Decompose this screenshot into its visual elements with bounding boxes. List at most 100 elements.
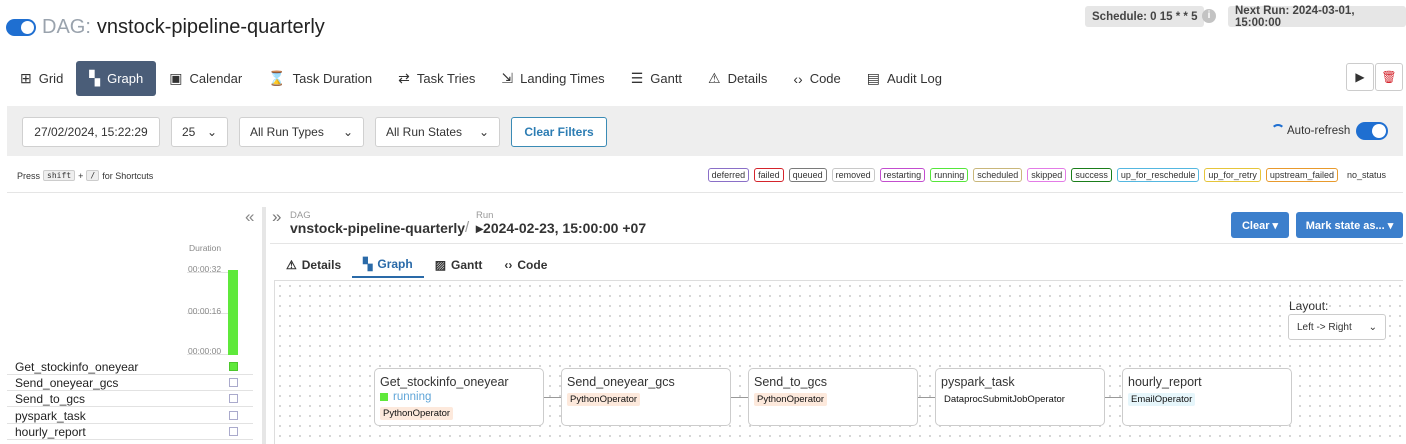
shift-key: shift [43,170,76,181]
duration-label: Duration [189,243,222,253]
nav-landing-times[interactable]: ⇲ Landing Times [488,61,617,96]
pane-resizer[interactable] [262,207,266,444]
schedule-badge: Schedule: 0 15 * * 5 [1085,6,1205,27]
auto-refresh-label: Auto-refresh [1287,125,1351,137]
auto-refresh: Auto-refresh [1271,122,1389,140]
clear-filters-button[interactable]: Clear Filters [511,117,607,147]
nav-code[interactable]: ‹› Code [780,61,853,96]
warning-icon: ⚠ [708,70,721,86]
trigger-dag-button[interactable]: ▶ [1346,63,1374,91]
nav-label: Graph [107,71,144,86]
breadcrumb-dag[interactable]: vnstock-pipeline-quarterly [290,220,465,236]
chevron-down-icon: ⌄ [342,125,353,139]
legend-upstream-failed[interactable]: upstream_failed [1265,168,1338,182]
task-node-operator: DataprocSubmitJobOperator [941,393,1068,406]
detail-tabs: ⚠ Details ▚ Graph ▨ Gantt ‹› Code [275,252,558,278]
task-row[interactable]: pyspark_task [7,408,253,424]
filter-bar: 27/02/2024, 15:22:29 25 ⌄ All Run Types ⌄ … [7,106,1403,156]
delete-dag-button[interactable]: 🗑 [1375,63,1403,91]
graph-edge [1105,397,1122,398]
auto-refresh-toggle[interactable] [1356,122,1389,140]
legend-failed[interactable]: failed [754,168,784,182]
legend-removed[interactable]: removed [831,168,875,182]
nav-label: Task Duration [292,71,373,86]
mark-state-button[interactable]: Mark state as... ▾ [1296,212,1403,238]
task-name: Send_oneyear_gcs [15,376,119,390]
shortcut-suffix: for Shortcuts [102,170,154,181]
clear-button[interactable]: Clear ▾ [1231,212,1289,238]
task-instance-cell[interactable] [229,362,238,371]
dag-title: vnstock-pipeline-quarterly [96,15,325,38]
tab-label: Graph [377,257,413,271]
shortcut-plus: + [78,170,84,181]
nav-audit-log[interactable]: ▤ Audit Log [854,61,955,96]
legend-restarting[interactable]: restarting [879,168,926,182]
task-node[interactable]: Send_to_gcs PythonOperator [748,368,918,426]
play-icon: ▶ [1355,70,1365,84]
legend-skipped[interactable]: skipped [1027,168,1067,182]
legend-deferred[interactable]: deferred [707,168,750,182]
chevron-down-icon: ⌄ [478,125,489,139]
legend-scheduled[interactable]: scheduled [973,168,1023,182]
graph-edge [544,397,561,398]
task-row[interactable]: Get_stockinfo_oneyear [7,359,253,375]
task-node-name: Send_oneyear_gcs [567,375,675,389]
shortcut-press: Press [17,170,41,181]
task-node[interactable]: pyspark_task DataprocSubmitJobOperator [935,368,1105,426]
task-row[interactable]: Send_oneyear_gcs [7,375,253,391]
run-duration-bar[interactable] [228,270,238,355]
gantt-icon: ▨ [434,258,447,272]
nav-calendar[interactable]: ▣ Calendar [156,61,255,96]
task-node[interactable]: Send_oneyear_gcs PythonOperator [561,368,731,426]
run-type-select[interactable]: All Run Types ⌄ [239,117,364,147]
nav-graph[interactable]: ▚ Graph [76,61,157,96]
task-node-operator: PythonOperator [380,407,454,420]
legend-up-for-retry[interactable]: up_for_retry [1204,168,1261,182]
num-runs-select[interactable]: 25 ⌄ [171,117,228,147]
tab-code[interactable]: ‹› Code [493,252,558,278]
run-state-value: All Run States [386,125,463,139]
tab-graph[interactable]: ▚ Graph [352,252,424,278]
nav-label: Audit Log [887,71,942,86]
collapse-grid-icon[interactable]: « [245,207,254,227]
task-instance-cell[interactable] [229,378,238,387]
run-type-value: All Run Types [250,125,324,139]
task-node[interactable]: hourly_report EmailOperator [1122,368,1292,426]
nav-label: Gantt [650,71,683,86]
dag-pause-toggle[interactable] [6,18,36,36]
nav-task-duration[interactable]: ⌛ Task Duration [255,61,385,96]
legend-running[interactable]: running [930,168,969,182]
task-instance-cell[interactable] [229,411,238,420]
legend-queued[interactable]: queued [788,168,827,182]
legend-up-for-reschedule[interactable]: up_for_reschedule [1116,168,1200,182]
task-instance-cell[interactable] [229,427,238,436]
legend-no-status[interactable]: no_status [1343,168,1390,182]
expand-icon[interactable]: » [272,207,281,227]
task-instance-cell[interactable] [229,394,238,403]
grid-icon: ⊞ [20,70,32,86]
state-legend: deferred failed queued removed restarting run… [703,168,1390,182]
nav-details[interactable]: ⚠ Details [695,61,780,96]
base-date-input[interactable]: 27/02/2024, 15:22:29 [22,117,160,147]
task-node[interactable]: Get_stockinfo_oneyear running PythonOperat… [374,368,544,426]
task-row[interactable]: Send_to_gcs [7,391,253,407]
layout-select[interactable]: Left -> Right ⌄ [1288,314,1386,340]
task-name: pyspark_task [15,409,86,423]
info-icon[interactable]: i [1202,9,1216,23]
task-name: hourly_report [15,425,86,439]
graph-icon: ▚ [89,70,101,86]
task-name: Get_stockinfo_oneyear [15,360,139,374]
tab-details[interactable]: ⚠ Details [275,252,352,278]
tab-label: Details [301,258,342,272]
breadcrumb-run[interactable]: ▸2024-02-23, 15:00:00 +07 [476,220,646,237]
tab-label: Gantt [451,258,483,272]
legend-success[interactable]: success [1071,168,1112,182]
nav-task-tries[interactable]: ⇄ Task Tries [385,61,488,96]
nav-gantt[interactable]: ☰ Gantt [618,61,695,96]
task-row[interactable]: hourly_report [7,424,253,440]
tab-gantt[interactable]: ▨ Gantt [424,252,494,278]
nav-grid[interactable]: ⊞ Grid [7,61,76,96]
nav-label: Calendar [189,71,243,86]
divider [270,243,1403,244]
run-state-select[interactable]: All Run States ⌄ [375,117,500,147]
